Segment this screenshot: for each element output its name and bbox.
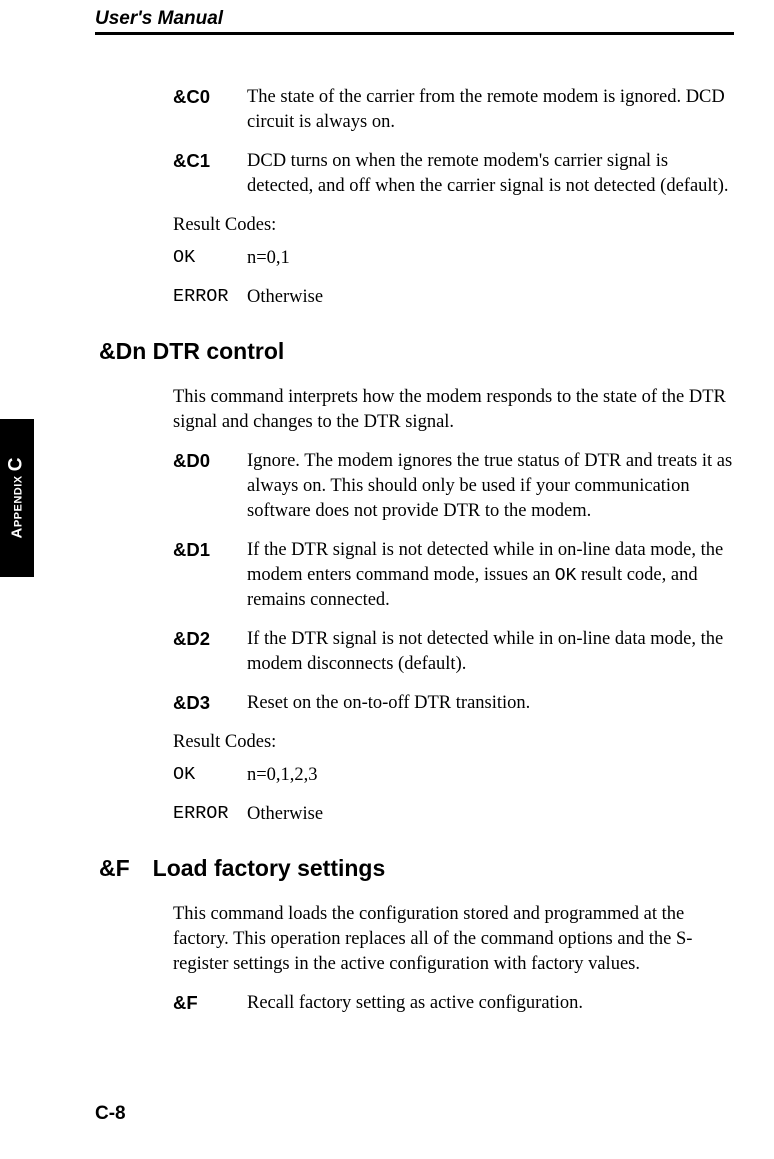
command-term: &F [173, 991, 247, 1016]
page-number: C-8 [95, 1103, 126, 1125]
command-term: &C1 [173, 149, 247, 199]
definition-row: &D0 Ignore. The modem ignores the true s… [173, 449, 734, 524]
definition-row: &C1 DCD turns on when the remote modem's… [173, 149, 734, 199]
result-definition: n=0,1 [247, 246, 734, 271]
command-definition: Reset on the on-to-off DTR transition. [247, 691, 734, 716]
result-row: OK n=0,1 [173, 246, 734, 271]
command-definition: If the DTR signal is not detected while … [247, 627, 734, 677]
command-term: &D2 [173, 627, 247, 677]
result-term: ERROR [173, 285, 247, 310]
side-tab-letter: C [6, 457, 27, 471]
command-term: &D3 [173, 691, 247, 716]
command-term: &C0 [173, 85, 247, 135]
definition-row: &C0 The state of the carrier from the re… [173, 85, 734, 135]
side-tab-label: Appendix [9, 475, 26, 538]
running-header: User's Manual [95, 8, 734, 35]
command-term: &D0 [173, 449, 247, 524]
result-definition: Otherwise [247, 802, 734, 827]
result-row: OK n=0,1,2,3 [173, 763, 734, 788]
page-body: User's Manual &C0 The state of the carri… [0, 0, 774, 1016]
definition-row: &D1 If the DTR signal is not detected wh… [173, 538, 734, 613]
result-codes-label: Result Codes: [173, 213, 734, 238]
result-term: OK [173, 246, 247, 271]
command-definition: DCD turns on when the remote modem's car… [247, 149, 734, 199]
result-term: ERROR [173, 802, 247, 827]
result-definition: Otherwise [247, 285, 734, 310]
command-definition: The state of the carrier from the remote… [247, 85, 734, 135]
command-definition: Recall factory setting as active configu… [247, 991, 734, 1016]
section-intro: This command loads the configuration sto… [173, 902, 734, 977]
command-term: &D1 [173, 538, 247, 613]
result-term: OK [173, 763, 247, 788]
command-definition: If the DTR signal is not detected while … [247, 538, 734, 613]
result-codes-label: Result Codes: [173, 730, 734, 755]
appendix-side-tab: Appendix C [0, 419, 34, 577]
inline-code: OK [555, 566, 577, 586]
section-heading-dtr: &Dn DTR control [99, 338, 734, 365]
result-row: ERROR Otherwise [173, 802, 734, 827]
result-row: ERROR Otherwise [173, 285, 734, 310]
section-heading-factory: &F Load factory settings [99, 855, 734, 882]
definition-row: &D3 Reset on the on-to-off DTR transitio… [173, 691, 734, 716]
section-intro: This command interprets how the modem re… [173, 385, 734, 435]
command-definition: Ignore. The modem ignores the true statu… [247, 449, 734, 524]
definition-row: &D2 If the DTR signal is not detected wh… [173, 627, 734, 677]
definition-row: &F Recall factory setting as active conf… [173, 991, 734, 1016]
result-definition: n=0,1,2,3 [247, 763, 734, 788]
